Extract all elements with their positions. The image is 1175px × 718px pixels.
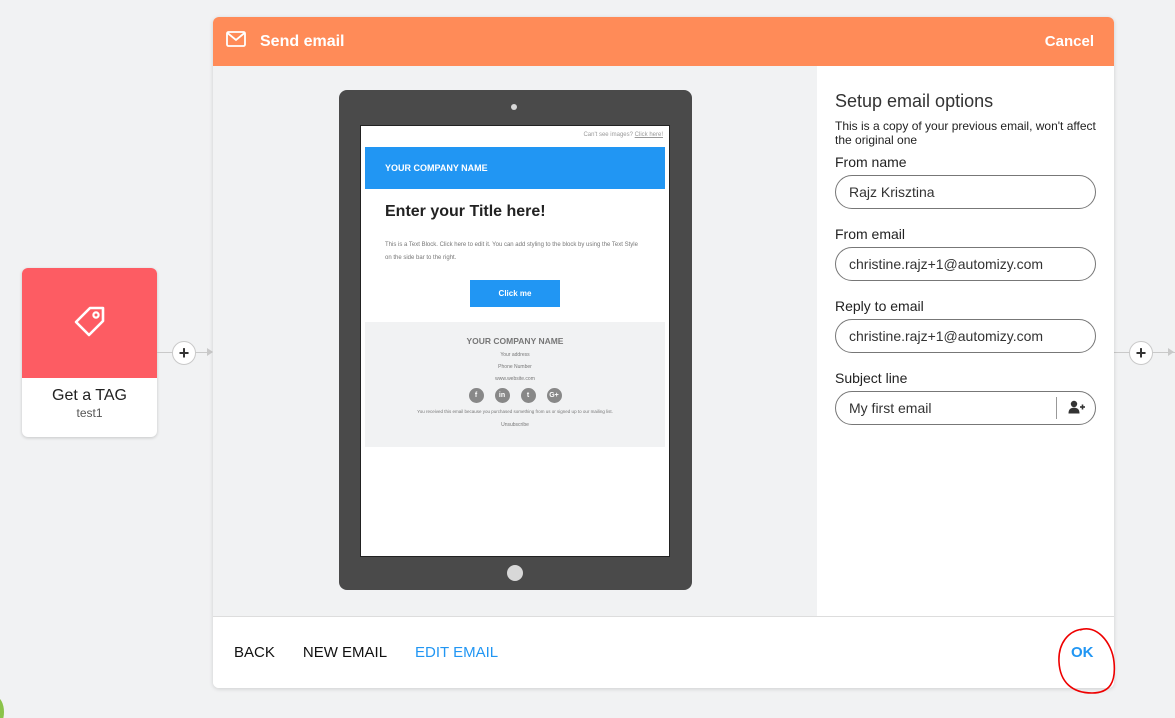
options-description: This is a copy of your previous email, w…	[835, 119, 1096, 147]
from-email-field[interactable]	[849, 256, 1095, 272]
annotation-circle	[1058, 628, 1116, 694]
email-header-bar: YOUR COMPANY NAME	[365, 147, 665, 189]
add-step-button-right[interactable]: +	[1129, 341, 1153, 365]
send-email-modal: Send email Cancel Can't see images? Clic…	[213, 17, 1114, 688]
options-title: Setup email options	[835, 91, 994, 111]
green-indicator	[0, 697, 4, 718]
unsubscribe-link: Unsubscribe	[501, 422, 529, 428]
tag-node-header	[22, 268, 157, 378]
email-preview-screen[interactable]: Can't see images? Click here! YOUR COMPA…	[360, 125, 670, 557]
from-name-field-wrapper	[835, 175, 1096, 209]
tablet-camera	[511, 104, 517, 110]
modal-title: Send email	[260, 32, 345, 50]
footer-phone: Phone Number	[498, 364, 532, 370]
click-here-link[interactable]: Click here!	[635, 132, 663, 138]
tablet-frame: Can't see images? Click here! YOUR COMPA…	[339, 90, 692, 590]
subject-line-field[interactable]	[849, 400, 1057, 416]
social-icons: f in t G+	[365, 388, 665, 403]
email-cta-button: Click me	[470, 280, 560, 307]
reply-email-field[interactable]	[849, 328, 1095, 344]
tablet-home-button	[507, 565, 523, 581]
email-preview-area: Can't see images? Click here! YOUR COMPA…	[213, 66, 817, 616]
tag-node-title: Get a TAG	[52, 387, 127, 404]
tag-icon	[71, 302, 109, 345]
add-user-icon	[1068, 400, 1085, 417]
cant-see-text: Can't see images?	[583, 132, 633, 138]
modal-body: Can't see images? Click here! YOUR COMPA…	[213, 66, 1114, 616]
from-name-field[interactable]	[849, 184, 1095, 200]
back-button[interactable]: BACK	[234, 644, 275, 661]
new-email-button[interactable]: NEW EMAIL	[303, 644, 387, 661]
twitter-icon: t	[520, 388, 536, 403]
footer-notice: You received this email because you purc…	[417, 409, 613, 414]
reply-email-label: Reply to email	[835, 298, 924, 314]
from-email-label: From email	[835, 226, 906, 242]
footer-website: www.website.com	[495, 376, 535, 382]
edit-email-button[interactable]: EDIT EMAIL	[415, 644, 498, 661]
modal-header: Send email Cancel	[213, 17, 1114, 66]
subject-line-field-wrapper	[835, 391, 1096, 425]
email-text-block: This is a Text Block. Click here to edit…	[385, 242, 638, 261]
insert-personalization-button[interactable]	[1057, 400, 1095, 417]
footer-address: Your address	[500, 352, 530, 358]
linkedin-icon: in	[494, 388, 510, 403]
modal-footer: BACK NEW EMAIL EDIT EMAIL OK	[213, 616, 1114, 688]
envelope-icon	[226, 31, 246, 52]
get-a-tag-node[interactable]: Get a TAG test1	[22, 268, 157, 437]
tag-node-subtitle: test1	[76, 406, 103, 420]
email-title: Enter your Title here!	[385, 203, 546, 220]
from-name-label: From name	[835, 154, 907, 170]
cancel-button[interactable]: Cancel	[1045, 33, 1094, 50]
google-plus-icon: G+	[546, 388, 562, 403]
from-email-field-wrapper	[835, 247, 1096, 281]
reply-email-field-wrapper	[835, 319, 1096, 353]
cant-see-images: Can't see images? Click here!	[361, 126, 669, 147]
connector-arrow-right	[1168, 348, 1174, 356]
subject-line-label: Subject line	[835, 370, 908, 386]
email-options-panel: Setup email options This is a copy of yo…	[817, 66, 1114, 616]
add-step-button-left[interactable]: +	[172, 341, 196, 365]
facebook-icon: f	[468, 388, 484, 403]
footer-company-name: YOUR COMPANY NAME	[466, 336, 564, 346]
email-footer: YOUR COMPANY NAME Your address Phone Num…	[365, 322, 665, 447]
